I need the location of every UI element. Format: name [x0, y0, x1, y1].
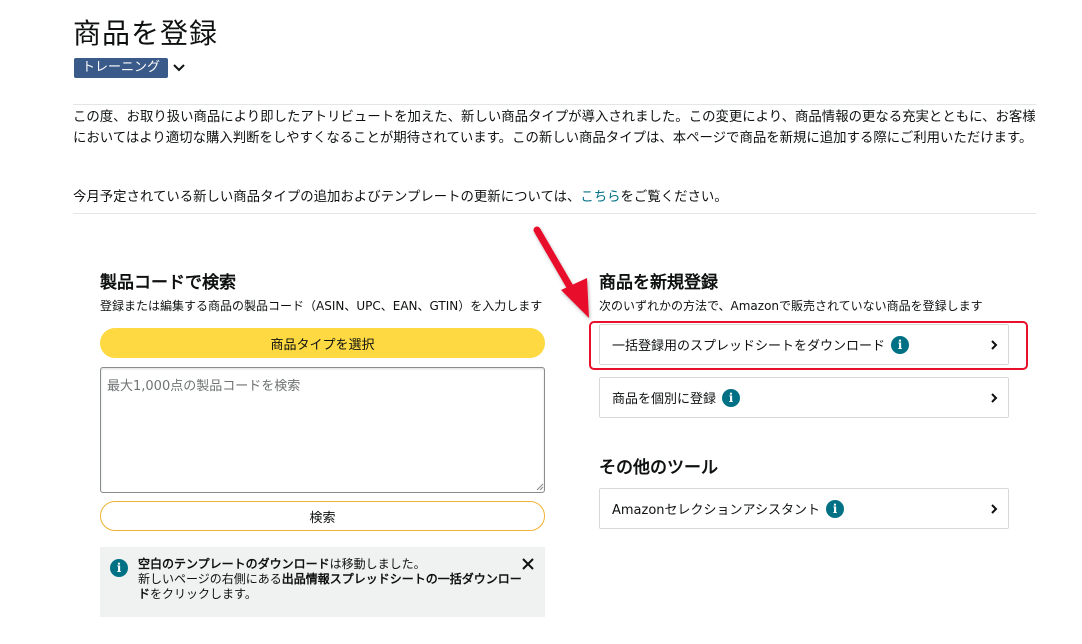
alert-line-1: 空白のテンプレートのダウンロードは移動しました。 [138, 557, 533, 572]
info-icon[interactable]: i [722, 388, 741, 407]
info-icon: i [110, 559, 128, 577]
mode-selector[interactable]: トレーニング [74, 58, 186, 78]
resize-grip-icon[interactable] [534, 481, 544, 491]
other-tools-title: その他のツール [599, 458, 718, 478]
info-icon[interactable]: i [826, 499, 845, 518]
template-update-notice: 今月予定されている新しい商品タイプの追加およびテンプレートの更新については、こち… [73, 187, 728, 208]
new-listing-title: 商品を新規登録 [599, 273, 718, 293]
chevron-right-icon [991, 504, 998, 514]
chevron-down-icon[interactable] [172, 61, 186, 75]
alert-text-1: は移動しました。 [329, 557, 426, 571]
select-product-type-button[interactable]: 商品タイプを選択 [100, 328, 545, 358]
template-moved-alert: i 空白のテンプレートのダウンロードは移動しました。 新しいページの右側にある出… [100, 547, 545, 617]
alert-text-2: 新しいページの右側にある [138, 572, 282, 586]
search-section-subtitle: 登録または編集する商品の製品コード（ASIN、UPC、EAN、GTIN）を入力し… [100, 299, 543, 313]
notice-text: 今月予定されている新しい商品タイプの追加およびテンプレートの更新については、 [73, 190, 581, 205]
divider [73, 213, 1036, 214]
highlight-box [589, 321, 1028, 370]
product-code-search-input[interactable] [100, 367, 545, 493]
annotation-arrow-icon [533, 226, 589, 318]
alert-bold-1: 空白のテンプレートのダウンロード [138, 557, 330, 571]
search-button[interactable]: 検索 [100, 501, 545, 531]
product-type-notice: この度、お取り扱い商品により即したアトリビュートを加えた、新しい商品タイプが導入… [73, 110, 1036, 146]
page-title: 商品を登録 [73, 17, 219, 50]
divider [73, 104, 1036, 105]
search-section-title: 製品コードで検索 [100, 273, 236, 293]
selection-assistant-option[interactable]: Amazonセレクションアシスタント i [599, 488, 1009, 529]
option-label: Amazonセレクションアシスタント [612, 503, 821, 518]
mode-badge[interactable]: トレーニング [74, 58, 169, 78]
option-label: 商品を個別に登録 [612, 392, 717, 407]
chevron-right-icon [991, 393, 998, 403]
here-link[interactable]: こちら [580, 190, 620, 205]
alert-line-2: 新しいページの右側にある出品情報スプレッドシートの一括ダウンロードをクリックしま… [138, 572, 533, 602]
notice-text-end: をご覧ください。 [620, 190, 728, 205]
alert-text-3: をクリックします。 [150, 587, 257, 601]
add-single-product-option[interactable]: 商品を個別に登録 i [599, 377, 1009, 418]
close-icon[interactable] [519, 555, 537, 573]
new-listing-subtitle: 次のいずれかの方法で、Amazonで販売されていない商品を登録します [599, 299, 983, 313]
